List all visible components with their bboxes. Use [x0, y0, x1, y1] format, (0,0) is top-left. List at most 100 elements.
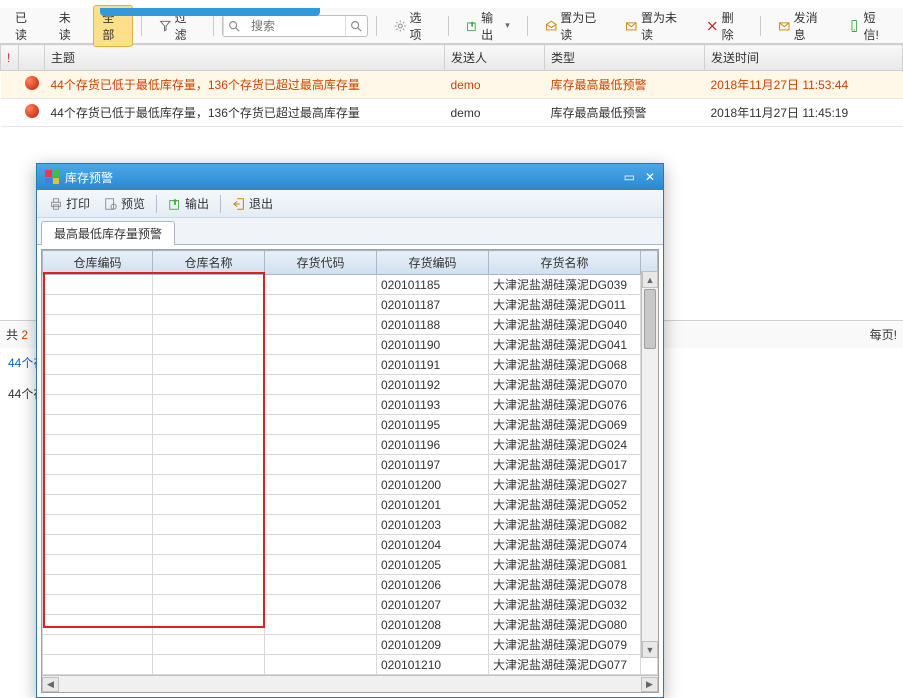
- grid-row[interactable]: 020101196大津泥盐湖硅藻泥DG024: [43, 435, 658, 455]
- inv-dcode-cell: [265, 475, 377, 495]
- tab-alert[interactable]: 最高最低库存量预警: [41, 221, 175, 245]
- inv-dcode-cell: [265, 355, 377, 375]
- inv-name-cell: 大津泥盐湖硅藻泥DG079: [489, 635, 641, 655]
- grid-row[interactable]: 020101207大津泥盐湖硅藻泥DG032: [43, 595, 658, 615]
- search-input[interactable]: [245, 17, 345, 35]
- top-accent-bar: [100, 8, 320, 16]
- send-message-button[interactable]: 发消息: [769, 5, 835, 47]
- icon-col-header[interactable]: [19, 45, 45, 71]
- col-wh-code[interactable]: 仓库编码: [43, 251, 153, 275]
- grid-row[interactable]: 020101195大津泥盐湖硅藻泥DG069: [43, 415, 658, 435]
- flag-cell: [1, 99, 19, 127]
- grid-row[interactable]: 020101209大津泥盐湖硅藻泥DG079: [43, 635, 658, 655]
- scroll-thumb[interactable]: [644, 289, 656, 349]
- app-icon: [45, 170, 59, 184]
- col-inv-name[interactable]: 存货名称: [489, 251, 641, 275]
- dialog-output-button[interactable]: 输出: [162, 193, 215, 214]
- sender-cell: demo: [445, 71, 545, 99]
- preview-button[interactable]: 预览: [98, 193, 151, 214]
- type-header[interactable]: 类型: [545, 45, 705, 71]
- grid-row[interactable]: 020101187大津泥盐湖硅藻泥DG011: [43, 295, 658, 315]
- inv-dcode-cell: [265, 295, 377, 315]
- wh-code-cell: [43, 655, 153, 675]
- message-row[interactable]: 44个存货已低于最低库存量，136个存货已超过最高库存量demo库存最高最低预警…: [1, 71, 903, 99]
- scroll-up-button[interactable]: ▲: [642, 271, 658, 288]
- grid-row[interactable]: 020101200大津泥盐湖硅藻泥DG027: [43, 475, 658, 495]
- minimize-button[interactable]: ▭: [624, 170, 635, 184]
- output-button[interactable]: 输出 ▾: [457, 5, 519, 47]
- mark-unread-button[interactable]: 置为未读: [616, 5, 693, 47]
- inv-code-cell: 020101190: [377, 335, 489, 355]
- dialog-titlebar[interactable]: 库存预警 ▭ ✕: [37, 164, 663, 190]
- subject-header[interactable]: 主题: [45, 45, 445, 71]
- grid-row[interactable]: 020101201大津泥盐湖硅藻泥DG052: [43, 495, 658, 515]
- type-cell: 库存最高最低预警: [545, 71, 705, 99]
- wh-name-cell: [153, 315, 265, 335]
- inv-code-cell: 020101206: [377, 575, 489, 595]
- inv-name-cell: 大津泥盐湖硅藻泥DG074: [489, 535, 641, 555]
- print-button[interactable]: 打印: [43, 193, 96, 214]
- sms-button[interactable]: 短信!: [839, 5, 897, 47]
- grid-row[interactable]: 020101192大津泥盐湖硅藻泥DG070: [43, 375, 658, 395]
- scroll-left-button[interactable]: ◀: [42, 677, 59, 692]
- wh-name-cell: [153, 515, 265, 535]
- col-wh-name[interactable]: 仓库名称: [153, 251, 265, 275]
- close-button[interactable]: ✕: [645, 170, 655, 184]
- unread-filter-button[interactable]: 未读: [50, 5, 90, 47]
- options-button[interactable]: 选项: [385, 5, 440, 47]
- wh-code-cell: [43, 555, 153, 575]
- wh-name-cell: [153, 435, 265, 455]
- scroll-right-button[interactable]: ▶: [641, 677, 658, 692]
- message-row[interactable]: 44个存货已低于最低库存量，136个存货已超过最高库存量demo库存最高最低预警…: [1, 99, 903, 127]
- separator: [141, 16, 142, 36]
- inner-grid-wrap: 仓库编码 仓库名称 存货代码 存货编码 存货名称 020101185大津泥盐湖硅…: [41, 249, 659, 693]
- inv-dcode-cell: [265, 555, 377, 575]
- grid-row[interactable]: 020101205大津泥盐湖硅藻泥DG081: [43, 555, 658, 575]
- grid-row[interactable]: 020101190大津泥盐湖硅藻泥DG041: [43, 335, 658, 355]
- grid-row[interactable]: 020101188大津泥盐湖硅藻泥DG040: [43, 315, 658, 335]
- grid-row[interactable]: 020101204大津泥盐湖硅藻泥DG074: [43, 535, 658, 555]
- exit-button[interactable]: 退出: [226, 193, 279, 214]
- mark-read-button[interactable]: 置为已读: [536, 5, 613, 47]
- horizontal-scrollbar[interactable]: ◀ ▶: [42, 675, 658, 692]
- grid-row[interactable]: 020101193大津泥盐湖硅藻泥DG076: [43, 395, 658, 415]
- inv-dcode-cell: [265, 615, 377, 635]
- inv-code-cell: 020101208: [377, 615, 489, 635]
- inv-name-cell: 大津泥盐湖硅藻泥DG011: [489, 295, 641, 315]
- grid-row[interactable]: 020101185大津泥盐湖硅藻泥DG039: [43, 275, 658, 295]
- read-filter-button[interactable]: 已读: [6, 5, 46, 47]
- delete-button[interactable]: 删除: [697, 5, 752, 47]
- col-inv-code[interactable]: 存货编码: [377, 251, 489, 275]
- flag-cell: [1, 71, 19, 99]
- grid-row[interactable]: 020101191大津泥盐湖硅藻泥DG068: [43, 355, 658, 375]
- inv-code-cell: 020101187: [377, 295, 489, 315]
- inv-dcode-cell: [265, 435, 377, 455]
- sender-header[interactable]: 发送人: [445, 45, 545, 71]
- wh-name-cell: [153, 355, 265, 375]
- search-go-button[interactable]: [345, 16, 367, 36]
- vertical-scrollbar[interactable]: ▲ ▼: [641, 271, 658, 658]
- grid-row[interactable]: 020101206大津泥盐湖硅藻泥DG078: [43, 575, 658, 595]
- inv-name-cell: 大津泥盐湖硅藻泥DG078: [489, 575, 641, 595]
- wh-code-cell: [43, 635, 153, 655]
- col-inv-dcode[interactable]: 存货代码: [265, 251, 377, 275]
- send-message-label: 发消息: [794, 9, 826, 43]
- grid-row[interactable]: 020101197大津泥盐湖硅藻泥DG017: [43, 455, 658, 475]
- inventory-grid: 仓库编码 仓库名称 存货代码 存货编码 存货名称 020101185大津泥盐湖硅…: [42, 250, 658, 675]
- inv-dcode-cell: [265, 535, 377, 555]
- time-header[interactable]: 发送时间: [705, 45, 903, 71]
- inv-name-cell: 大津泥盐湖硅藻泥DG041: [489, 335, 641, 355]
- grid-row[interactable]: 020101208大津泥盐湖硅藻泥DG080: [43, 615, 658, 635]
- scroll-down-button[interactable]: ▼: [642, 641, 658, 658]
- inv-dcode-cell: [265, 635, 377, 655]
- wh-name-cell: [153, 615, 265, 635]
- grid-row[interactable]: 020101210大津泥盐湖硅藻泥DG077: [43, 655, 658, 675]
- wh-name-cell: [153, 415, 265, 435]
- separator: [527, 16, 528, 36]
- flag-col-header[interactable]: !: [1, 45, 19, 71]
- grid-row[interactable]: 020101203大津泥盐湖硅藻泥DG082: [43, 515, 658, 535]
- mail-icon: [625, 19, 638, 33]
- inv-code-cell: 020101200: [377, 475, 489, 495]
- wh-name-cell: [153, 395, 265, 415]
- exit-label: 退出: [249, 195, 273, 212]
